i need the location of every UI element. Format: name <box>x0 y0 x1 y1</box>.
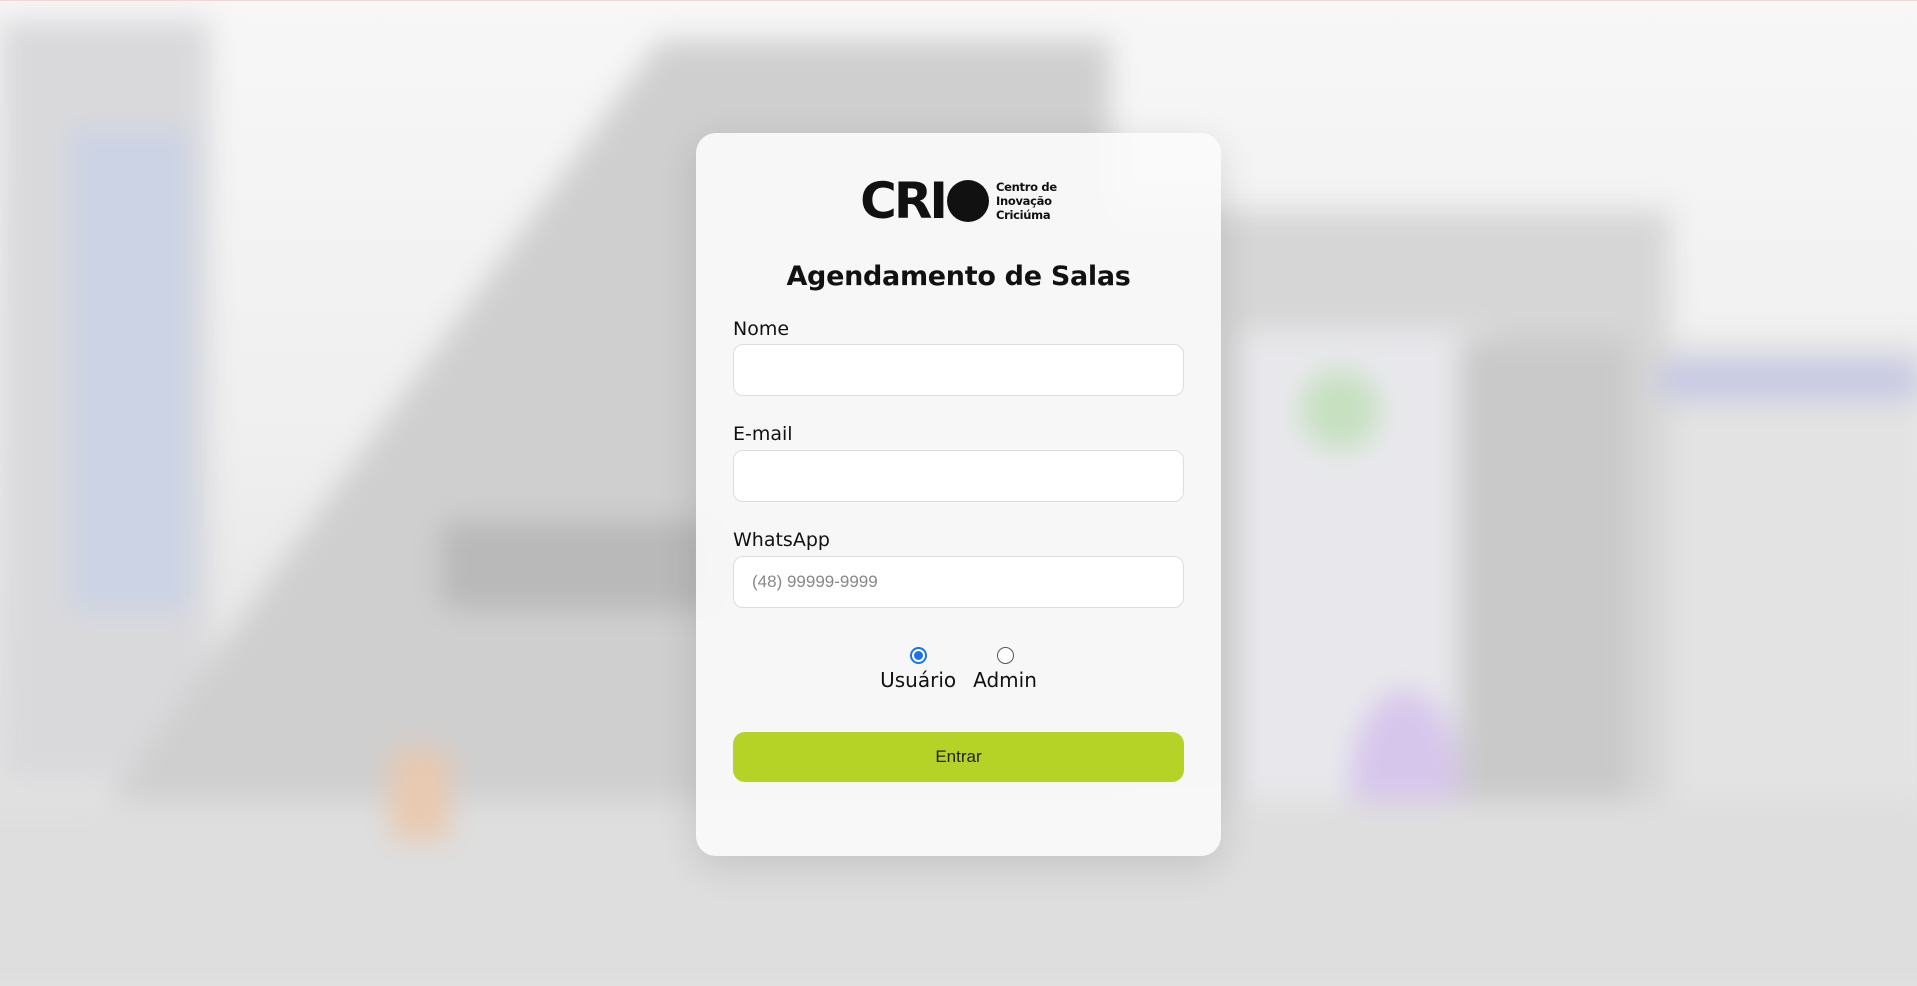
radio-usuario[interactable] <box>909 647 927 664</box>
nome-input[interactable] <box>733 344 1184 396</box>
logo-wordmark-text: CRI <box>860 172 948 230</box>
logo-subtitle-line: Centro de <box>995 180 1057 194</box>
logo-subtitle-line: Criciúma <box>995 208 1051 222</box>
logo-circle-icon <box>946 180 989 222</box>
logo-wordmark: CRI <box>860 176 989 226</box>
entrar-button[interactable]: Entrar <box>733 732 1184 782</box>
nome-label: Nome <box>733 318 790 340</box>
page-title: Agendamento de Salas <box>786 261 1131 292</box>
whatsapp-label: WhatsApp <box>733 529 830 551</box>
whatsapp-input[interactable] <box>733 556 1184 608</box>
email-input[interactable] <box>733 450 1184 502</box>
logo-subtitle: Centro de Inovação Criciúma <box>996 180 1057 222</box>
radio-dot-icon <box>913 651 923 660</box>
role-radio-group: Usuário Admin <box>733 647 1184 692</box>
role-label-usuario: Usuário <box>880 668 957 692</box>
role-label-admin: Admin <box>973 668 1037 692</box>
role-option-admin[interactable]: Admin <box>973 647 1037 692</box>
logo-subtitle-line: Inovação <box>995 194 1052 208</box>
role-option-usuario[interactable]: Usuário <box>880 647 956 692</box>
radio-admin[interactable] <box>996 647 1014 664</box>
top-border <box>0 0 1917 1</box>
email-field-group: E-mail <box>733 423 1184 502</box>
nome-field-group: Nome <box>733 318 1184 396</box>
login-card: CRI Centro de Inovação Criciúma Agendame… <box>696 133 1221 856</box>
email-label: E-mail <box>733 423 793 445</box>
whatsapp-field-group: WhatsApp <box>733 529 1184 608</box>
crio-logo: CRI Centro de Inovação Criciúma <box>733 176 1184 226</box>
